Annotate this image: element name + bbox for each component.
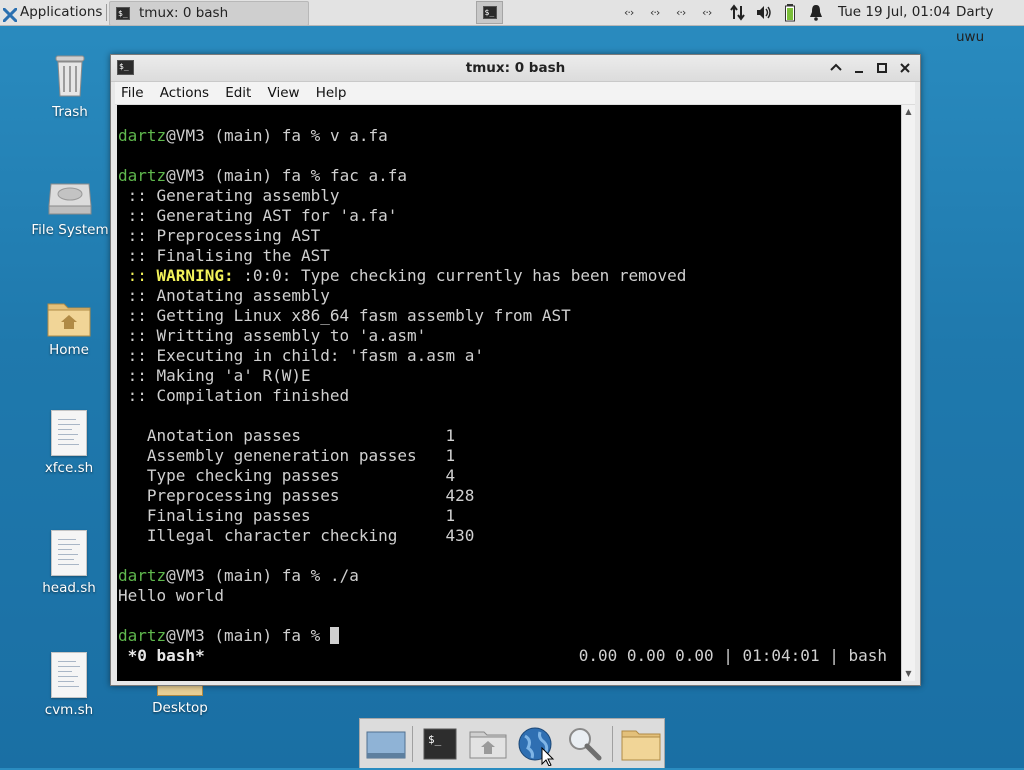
menubar: File Actions Edit View Help — [115, 82, 915, 105]
scrollbar[interactable]: ▲ ▼ — [901, 105, 915, 681]
terminal-area[interactable]: dartz@VM3 (main) fa % v a.fa dartz@VM3 (… — [117, 105, 901, 681]
notifications-bell-icon[interactable] — [808, 0, 824, 25]
scroll-down-icon[interactable]: ▼ — [902, 668, 915, 680]
maximize-icon[interactable] — [873, 59, 891, 77]
stats-line: Assembly geneneration passes 1 — [118, 446, 456, 465]
prompt-line: dartz@VM3 (main) fa % ./a — [118, 566, 359, 585]
desktop-icon-home[interactable]: Home — [19, 298, 119, 358]
menu-help[interactable]: Help — [310, 82, 353, 104]
workspace-window-icon: $_ — [482, 6, 497, 19]
scroll-up-icon[interactable]: ▲ — [902, 106, 915, 118]
log-line: :: Generating assembly — [118, 186, 340, 205]
taskbar-window-button[interactable]: $_ tmux: 0 bash — [109, 1, 309, 26]
script-file-icon — [51, 530, 87, 576]
user-menu[interactable]: Darty uwu — [956, 0, 1024, 45]
desktop-icon-label: File System — [31, 222, 109, 238]
log-line: :: Generating AST for 'a.fa' — [118, 206, 398, 225]
program-output: Hello world — [118, 586, 224, 605]
terminal-window: $_ tmux: 0 bash File Actions Edit View H… — [110, 54, 921, 686]
network-icon[interactable]: ‹·› — [650, 0, 660, 25]
stats-line: Finalising passes 1 — [118, 506, 456, 525]
menu-file[interactable]: File — [115, 82, 150, 104]
tmux-status-right: 0.00 0.00 0.00 | 01:04:01 | bash — [578, 646, 887, 665]
network-icon[interactable]: ‹·› — [624, 0, 634, 25]
clock[interactable]: Tue 19 Jul, 01:04 — [838, 0, 951, 25]
desktop-icon-trash[interactable]: Trash — [20, 52, 120, 120]
stats-line: Illegal character checking 430 — [118, 526, 475, 545]
terminal-launcher-icon[interactable]: $_ — [422, 726, 458, 762]
log-line: :: Finalising the AST — [118, 246, 330, 265]
log-line: :: Anotating assembly — [118, 286, 330, 305]
network-icon[interactable]: ‹·› — [676, 0, 686, 25]
log-line: :: Getting Linux x86_64 fasm assembly fr… — [118, 306, 571, 325]
trash-icon — [53, 52, 87, 100]
desktop-icon-label: xfce.sh — [44, 460, 94, 476]
dock-separator — [612, 726, 613, 762]
window-title: tmux: 0 bash — [465, 60, 566, 76]
menu-view[interactable]: View — [262, 82, 306, 104]
network-icon[interactable]: ‹·› — [702, 0, 712, 25]
script-file-icon — [51, 410, 87, 456]
desktop-icon-head-sh[interactable]: head.sh — [19, 530, 119, 596]
taskbar-window-title: tmux: 0 bash — [139, 5, 229, 21]
volume-icon[interactable] — [755, 0, 773, 25]
desktop-icon-label: Desktop — [152, 700, 208, 716]
prompt-line: dartz@VM3 (main) fa % — [118, 626, 339, 646]
stats-line: Type checking passes 4 — [118, 466, 456, 485]
log-line: :: Compilation finished — [118, 386, 350, 405]
log-line: :: Writting assembly to 'a.asm' — [118, 326, 427, 345]
desktop-icon-desktop[interactable]: Desktop — [130, 683, 230, 716]
dock: $_ — [359, 718, 665, 768]
folder-icon[interactable] — [620, 726, 662, 762]
prompt-line: dartz@VM3 (main) fa % v a.fa — [118, 126, 388, 145]
network-updown-icon[interactable] — [729, 0, 747, 25]
top-panel: Applications $_ tmux: 0 bash $_ ‹·› ‹·› … — [0, 0, 1024, 45]
dock-separator — [412, 726, 413, 762]
desktop-icon-file-system[interactable]: File System — [20, 178, 120, 238]
stats-line: Anotation passes 1 — [118, 426, 456, 445]
minimize-icon[interactable] — [850, 59, 868, 77]
tmux-window-list[interactable]: *0 bash* — [118, 646, 205, 666]
terminal-icon: $_ — [116, 7, 130, 20]
applications-label: Applications — [20, 4, 103, 20]
log-line: :: Preprocessing AST — [118, 226, 321, 245]
desktop-icon-cvm-sh[interactable]: cvm.sh — [19, 652, 119, 718]
close-icon[interactable] — [896, 59, 914, 77]
shade-up-icon[interactable] — [827, 59, 845, 77]
desktop-icon-label: Home — [49, 342, 89, 358]
file-manager-icon[interactable] — [468, 726, 508, 762]
panel-separator — [106, 4, 107, 21]
desktop-icon-label: head.sh — [42, 580, 96, 596]
hard-drive-icon — [47, 178, 93, 218]
svg-text:$_: $_ — [428, 733, 442, 746]
battery-icon[interactable] — [784, 0, 796, 25]
log-line: :: Making 'a' R(W)E — [118, 366, 311, 385]
prompt-line: dartz@VM3 (main) fa % fac a.fa — [118, 166, 407, 185]
web-browser-icon[interactable] — [516, 726, 556, 767]
menu-actions[interactable]: Actions — [154, 82, 215, 104]
desktop-icon-label: Trash — [52, 104, 88, 120]
xfce-logo-icon — [2, 6, 18, 22]
script-file-icon — [51, 652, 87, 698]
log-line: :: Executing in child: 'fasm a.asm a' — [118, 346, 485, 365]
show-desktop-icon[interactable] — [365, 726, 407, 762]
home-folder-icon — [46, 298, 92, 338]
desktop-icon-xfce-sh[interactable]: xfce.sh — [19, 410, 119, 476]
search-icon[interactable] — [566, 726, 604, 762]
text-cursor — [329, 627, 339, 644]
window-titlebar[interactable]: $_ tmux: 0 bash — [111, 55, 920, 82]
applications-menu-button[interactable]: Applications — [0, 0, 102, 25]
stats-line: Preprocessing passes 428 — [118, 486, 475, 505]
workspace-switcher[interactable]: $_ — [476, 1, 503, 24]
warning-line: :: WARNING: :0:0: Type checking currentl… — [118, 266, 687, 285]
menu-edit[interactable]: Edit — [219, 82, 257, 104]
desktop-icon-label: cvm.sh — [44, 702, 94, 718]
